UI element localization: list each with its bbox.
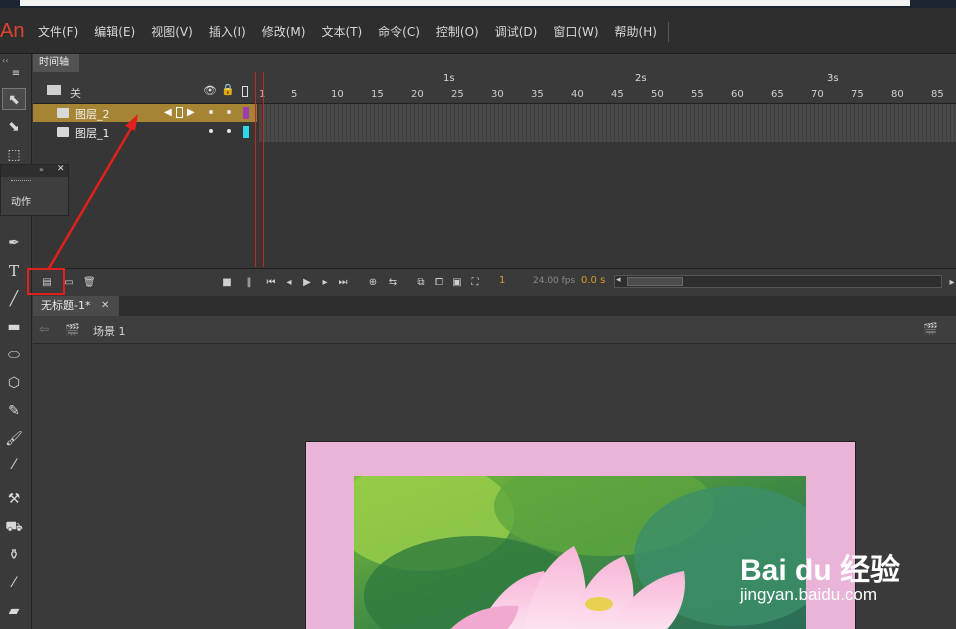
document-tabbar: 无标题-1* ✕ xyxy=(33,296,956,316)
back-arrow-icon[interactable]: ⇦ xyxy=(39,322,49,336)
edit-scene-icon[interactable]: 🎬 xyxy=(923,322,938,336)
document-tab[interactable]: 无标题-1* ✕ xyxy=(33,296,119,316)
close-icon[interactable]: ✕ xyxy=(101,296,109,316)
scene-clapper-icon: 🎬 xyxy=(65,323,80,337)
scene-label: 场景 1 xyxy=(93,325,126,338)
document-tab-title: 无标题-1* xyxy=(41,299,91,312)
baidu-watermark: Bai du 经验 jingyan.baidu.com xyxy=(740,545,900,605)
watermark-url: jingyan.baidu.com xyxy=(740,585,878,604)
watermark-brand: Bai du 经验 xyxy=(740,554,901,587)
lotus-image xyxy=(354,476,806,629)
scene-bar: ⇦ 🎬 场景 1 🎬 xyxy=(33,316,956,344)
